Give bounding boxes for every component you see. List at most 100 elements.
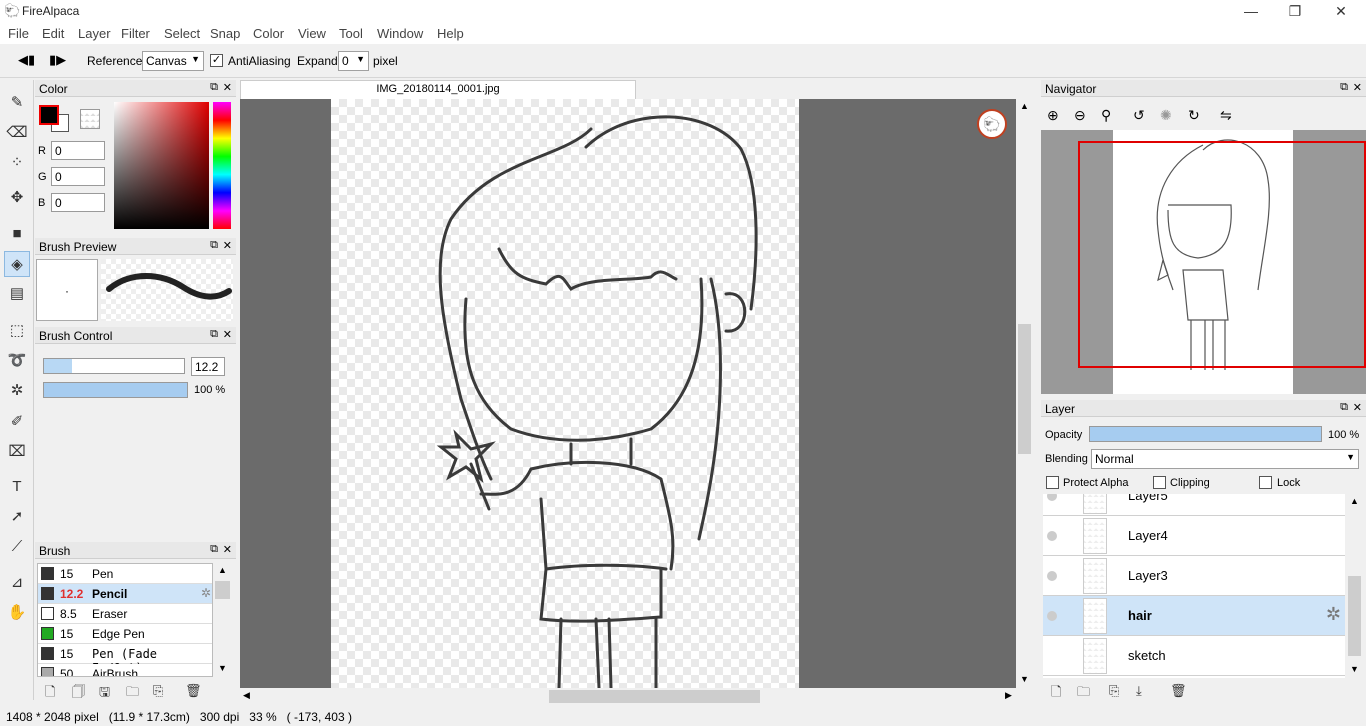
menu-edit[interactable]: Edit [42, 26, 64, 41]
eraser-tool-icon[interactable]: ⌫ [4, 120, 30, 146]
new-layer-icon[interactable]: 🗋 [1051, 683, 1061, 705]
close-icon[interactable]: ✕ [1353, 401, 1362, 414]
close-button[interactable]: ✕ [1318, 0, 1364, 23]
close-icon[interactable]: ✕ [1353, 81, 1362, 94]
menu-snap[interactable]: Snap [210, 26, 240, 41]
trash-icon[interactable]: 🗑 [1170, 683, 1187, 699]
text-tool-icon[interactable]: T [4, 474, 30, 500]
maximize-button[interactable]: ❐ [1272, 0, 1318, 23]
canvas-vscrollbar[interactable]: ▲ ▼ [1016, 99, 1033, 688]
menu-file[interactable]: File [8, 26, 29, 41]
restore-icon[interactable]: ⧉ [210, 81, 218, 94]
restore-icon[interactable]: ⧉ [210, 239, 218, 252]
folder-icon[interactable]: 🗀 [126, 683, 139, 705]
menu-help[interactable]: Help [437, 26, 464, 41]
layer-row[interactable]: Layer4 [1043, 516, 1345, 556]
menu-select[interactable]: Select [164, 26, 200, 41]
chevron-down-icon[interactable]: ▼ [1020, 674, 1029, 684]
layer-row-selected[interactable]: hair ✲ [1043, 596, 1345, 636]
protect-alpha-checkbox[interactable] [1046, 476, 1059, 489]
blending-select[interactable]: Normal ▼ [1091, 449, 1359, 469]
layer-opacity-slider[interactable] [1089, 426, 1322, 442]
layer-visibility-icon[interactable] [1047, 651, 1057, 661]
chevron-down-icon[interactable]: ▼ [218, 663, 227, 673]
sv-picker[interactable] [114, 102, 209, 229]
chevron-up-icon[interactable]: ▲ [1350, 496, 1359, 506]
zoom-in-icon[interactable]: ⊕ [1047, 107, 1059, 124]
trash-icon[interactable]: 🗑 [185, 683, 202, 699]
layer-visibility-icon[interactable] [1047, 494, 1057, 501]
scroll-thumb[interactable] [1018, 324, 1031, 454]
new-folder-icon[interactable]: 🗀 [1077, 683, 1090, 705]
menu-tool[interactable]: Tool [339, 26, 363, 41]
select-pen-icon[interactable]: ✐ [4, 409, 30, 435]
chevron-up-icon[interactable]: ▲ [218, 565, 227, 575]
navigator-preview[interactable] [1041, 130, 1366, 394]
transparent-swatch[interactable] [80, 109, 100, 129]
lasso-tool-icon[interactable]: ➰ [4, 348, 30, 374]
gradient-tool-icon[interactable]: ▤ [4, 281, 30, 307]
r-input[interactable]: 0 [51, 141, 105, 160]
restore-icon[interactable]: ⧉ [1340, 81, 1348, 94]
gear-icon[interactable]: ✲ [1326, 604, 1341, 625]
minimize-button[interactable]: — [1228, 0, 1274, 23]
select-eraser-icon[interactable]: ⌧ [4, 439, 30, 465]
brush-item[interactable]: 8.5 Eraser [38, 604, 212, 624]
hand-tool-icon[interactable]: ✋ [4, 600, 30, 626]
layer-list-scrollbar[interactable]: ▲ ▼ [1346, 494, 1363, 678]
close-icon[interactable]: ✕ [223, 543, 232, 556]
menu-color[interactable]: Color [253, 26, 284, 41]
brush-item-selected[interactable]: 12.2 Pencil ✲ [38, 584, 212, 604]
layer-row[interactable]: Layer5 [1043, 494, 1345, 516]
restore-icon[interactable]: ⧉ [1340, 401, 1348, 414]
duplicate-brush-icon[interactable]: 🗍 [72, 683, 85, 705]
divide-tool-icon[interactable]: ⟋ [4, 534, 30, 560]
scroll-thumb[interactable] [549, 690, 760, 703]
antialias-checkbox[interactable]: ✓ [210, 54, 223, 67]
reference-select[interactable]: Canvas ▼ [142, 51, 204, 71]
g-input[interactable]: 0 [51, 167, 105, 186]
chevron-right-icon[interactable]: ▶ [1005, 690, 1012, 701]
layer-row[interactable]: sketch [1043, 636, 1345, 676]
gear-icon[interactable]: ✲ [201, 586, 211, 600]
navigator-view-rect[interactable] [1078, 141, 1366, 368]
copy-icon[interactable]: ⎘ [153, 683, 163, 699]
brush-item[interactable]: 50 AirBrush [38, 664, 212, 676]
expand-select[interactable]: 0 ▼ [338, 51, 369, 71]
layer-visibility-icon[interactable] [1047, 531, 1057, 541]
lock-checkbox[interactable] [1259, 476, 1272, 489]
close-icon[interactable]: ✕ [223, 328, 232, 341]
eyedropper-icon[interactable]: ⊿ [4, 570, 30, 596]
bucket-tool-icon[interactable]: ◈ [4, 251, 30, 277]
brush-size-input[interactable]: 12.2 [191, 357, 225, 376]
layer-visibility-icon[interactable] [1047, 571, 1057, 581]
document-tab[interactable]: IMG_20180114_0001.jpg [240, 80, 636, 99]
menu-view[interactable]: View [298, 26, 326, 41]
brush-item[interactable]: 15 Pen [38, 564, 212, 584]
chevron-left-icon[interactable]: ◀ [243, 690, 250, 701]
clipping-checkbox[interactable] [1153, 476, 1166, 489]
b-input[interactable]: 0 [51, 193, 105, 212]
menu-filter[interactable]: Filter [121, 26, 150, 41]
flip-icon[interactable]: ⇋ [1220, 107, 1232, 124]
menu-window[interactable]: Window [377, 26, 423, 41]
magic-wand-icon[interactable]: ✲ [4, 378, 30, 404]
zoom-out-icon[interactable]: ⊖ [1074, 107, 1086, 124]
dot-tool-icon[interactable]: ⁘ [4, 150, 30, 176]
canvas-area[interactable]: 🐑 [240, 99, 1016, 688]
canvas-hscrollbar[interactable]: ◀ ▶ [240, 688, 1016, 705]
fill-tool-icon[interactable]: ■ [4, 221, 30, 247]
brush-item[interactable]: 15Pen (Fade In/Out) [38, 644, 212, 675]
operation-tool-icon[interactable]: ➚ [4, 504, 30, 530]
brush-list-scrollbar[interactable]: ▲ ▼ [214, 563, 231, 677]
close-icon[interactable]: ✕ [223, 81, 232, 94]
layer-visibility-icon[interactable] [1047, 611, 1057, 621]
chevron-down-icon[interactable]: ▼ [1350, 664, 1359, 674]
brush-size-slider[interactable] [43, 358, 185, 374]
merge-down-icon[interactable]: ⤓ [1136, 683, 1142, 699]
save-brush-icon[interactable]: 🖫 [99, 683, 110, 705]
chevron-up-icon[interactable]: ▲ [1020, 101, 1029, 111]
rotate-reset-icon[interactable]: ✺ [1160, 107, 1172, 124]
rotate-right-icon[interactable]: ↻ [1188, 107, 1200, 124]
zoom-fit-icon[interactable]: ⚲ [1101, 107, 1111, 124]
